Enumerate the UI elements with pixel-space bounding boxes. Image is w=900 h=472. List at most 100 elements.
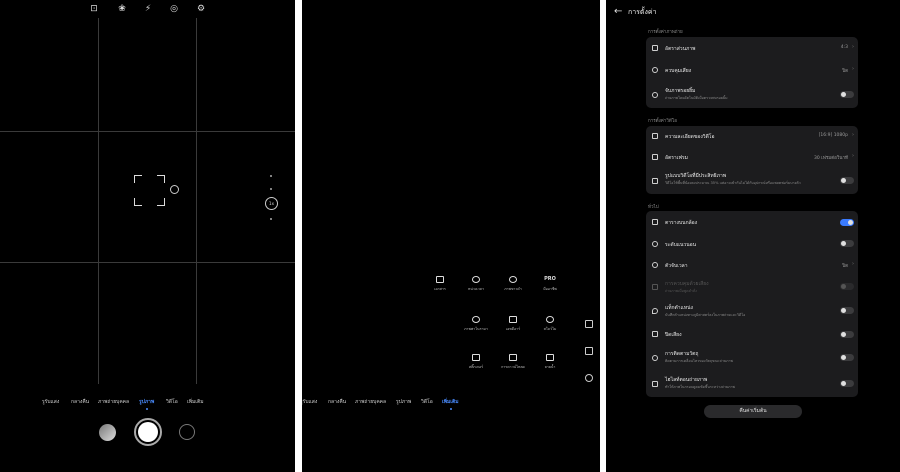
settings-group-photo: อัตราส่วนภาพ 4:3 › ควบคุมเสียง ปิด › จับ… xyxy=(646,37,858,108)
more-tile-panorama[interactable]: ภาพพาโนรามา xyxy=(461,316,491,332)
shutter-button[interactable] xyxy=(134,418,162,446)
more-tile-sticker[interactable]: สติ๊กเกอร์ xyxy=(461,354,491,370)
info-icon[interactable] xyxy=(585,374,593,382)
mode-aperture[interactable]: รูรับแสง xyxy=(42,398,59,406)
efficient-video-toggle[interactable] xyxy=(840,177,854,184)
active-mode-indicator xyxy=(450,408,452,410)
switch-camera-icon[interactable] xyxy=(179,424,195,440)
section-title-video: การตั้งค่าวิดีโอ xyxy=(648,119,677,124)
active-mode-indicator xyxy=(146,408,148,410)
focus-frame xyxy=(134,175,165,206)
mode-photo[interactable]: รูปภาพ xyxy=(396,398,411,406)
highlight-icon xyxy=(652,380,658,387)
setting-grid[interactable]: ตารางบนกล้อง xyxy=(646,211,858,233)
download-icon xyxy=(509,354,517,361)
mode-video[interactable]: วิดีโอ xyxy=(421,398,433,406)
audio-control-toggle[interactable] xyxy=(840,283,854,290)
highlight-toggle[interactable] xyxy=(840,380,854,387)
more-tile-document[interactable]: เอกสาร xyxy=(425,276,455,292)
grid-line xyxy=(0,131,295,132)
sticker-icon xyxy=(472,354,480,361)
download-icon[interactable] xyxy=(585,320,593,328)
more-tile-monochrome[interactable]: ภาพขาวดำ xyxy=(498,276,528,292)
grid-toggle[interactable] xyxy=(840,219,854,226)
mute-toggle[interactable] xyxy=(840,331,854,338)
watermark-icon xyxy=(546,354,554,361)
setting-smile-capture[interactable]: จับภาพรอยยิ้ม ถ่ายภาพโดยอัตโนมัติเมื่อตร… xyxy=(646,81,858,108)
more-tile-pro[interactable]: PRO มืออาชีพ xyxy=(535,276,565,292)
settings-gear-icon[interactable]: ⚙ xyxy=(196,4,206,14)
more-tile-hdr[interactable]: เอชดีอาร์ xyxy=(498,316,528,332)
mode-video[interactable]: วิดีโอ xyxy=(166,398,178,406)
setting-frame-rate[interactable]: อัตราเฟรม 30 เฟรมต่อวินาที › xyxy=(646,146,858,167)
edit-icon[interactable] xyxy=(585,347,593,355)
chevron-right-icon: › xyxy=(852,261,854,267)
video-format-icon xyxy=(652,177,658,184)
reset-defaults-button[interactable]: คืนค่าเริ่มต้น xyxy=(704,405,802,418)
settings-screen: ← การตั้งค่า การตั้งค่าภาพถ่าย อัตราส่วน… xyxy=(606,0,900,472)
camera-viewfinder-screen: ⊡ ❀ ⚡ ◎ ⚙ 1x รูรับแสง กลางคืน ภาพถ่ายบุค… xyxy=(0,0,295,472)
zoom-level-button[interactable]: 1x xyxy=(265,197,278,210)
setting-location-tag[interactable]: แท็กตำแหน่ง บันทึกตำแหน่งทางภูมิศาสตร์ลง… xyxy=(646,298,858,323)
setting-timer[interactable]: ตัวจับเวลา ปิด › xyxy=(646,254,858,275)
video-resolution-icon xyxy=(652,133,658,139)
mode-more[interactable]: เพิ่มเติม xyxy=(187,398,204,406)
exposure-sun-icon[interactable] xyxy=(170,185,179,194)
level-toggle[interactable] xyxy=(840,240,854,247)
setting-efficient-video[interactable]: รูปแบบวิดีโอที่มีประสิทธิภาพ วิดีโอใช้พื… xyxy=(646,167,858,194)
setting-highlight[interactable]: ไฮไลท์ตอนถ่ายภาพ ทำให้ภาพในกรอบดูคมชัดขึ… xyxy=(646,370,858,397)
grid-icon xyxy=(652,219,658,225)
location-pin-icon xyxy=(652,307,658,314)
setting-level[interactable]: ระดับแนวนอน xyxy=(646,233,858,254)
mode-portrait[interactable]: ภาพถ่ายบุคคล xyxy=(98,398,129,406)
more-tile-watermark[interactable]: ลายน้ำ xyxy=(535,354,565,370)
document-icon xyxy=(436,276,444,283)
filter-icon[interactable]: ❀ xyxy=(117,4,127,14)
zoom-tick xyxy=(270,188,272,190)
setting-sound-control[interactable]: ควบคุมเสียง ปิด › xyxy=(646,59,858,81)
smile-icon xyxy=(652,91,658,98)
mode-night[interactable]: กลางคืน xyxy=(71,398,89,406)
microphone-icon xyxy=(652,67,658,73)
zoom-tick xyxy=(270,218,272,220)
timelapse-icon xyxy=(472,276,480,283)
mode-aperture[interactable]: รูรับแสง xyxy=(302,398,317,406)
audio-control-icon xyxy=(652,283,658,290)
mode-portrait[interactable]: ภาพถ่ายบุคคล xyxy=(355,398,386,406)
chevron-right-icon: › xyxy=(852,66,854,72)
mode-more[interactable]: เพิ่มเติม xyxy=(442,398,459,406)
more-tile-timelapse[interactable]: หน่วงเวลา xyxy=(461,276,491,292)
zoom-tick xyxy=(270,175,272,177)
smile-capture-toggle[interactable] xyxy=(840,91,854,98)
grid-line xyxy=(0,262,295,263)
timer-icon xyxy=(652,261,658,268)
live-photo-off-icon[interactable]: ◎ xyxy=(169,4,179,14)
back-arrow-icon[interactable]: ← xyxy=(614,6,622,17)
focus-mode-icon[interactable]: ⊡ xyxy=(89,4,99,14)
flash-off-icon[interactable]: ⚡ xyxy=(143,4,153,14)
chevron-right-icon: › xyxy=(852,132,854,138)
more-tile-slowmo[interactable]: สโลว์โม xyxy=(535,316,565,332)
frame-rate-icon xyxy=(652,153,658,160)
page-title: การตั้งค่า xyxy=(628,8,657,16)
setting-audio-control[interactable]: การควบคุมด้วยเสียง ถ่ายภาพเมื่อพูดคำสั่ง xyxy=(646,275,858,298)
more-tile-download[interactable]: การดาวน์โหลด xyxy=(498,354,528,370)
camera-mode-bar: รูรับแสง กลางคืน ภาพถ่ายบุคคล รูปภาพ วิด… xyxy=(302,398,600,408)
gallery-thumbnail[interactable] xyxy=(99,424,116,441)
chevron-right-icon: › xyxy=(852,153,854,159)
section-title-general: ทั่วไป xyxy=(648,205,659,210)
more-modes-screen: เอกสาร หน่วงเวลา ภาพขาวดำ PRO มืออาชีพ ภ… xyxy=(302,0,600,472)
grid-line xyxy=(98,18,99,384)
mode-photo[interactable]: รูปภาพ xyxy=(139,398,154,406)
object-tracking-toggle[interactable] xyxy=(840,354,854,361)
setting-object-tracking[interactable]: การติดตามวัตถุ ติดตามการเคลื่อนไหวของวัต… xyxy=(646,345,858,370)
location-tag-toggle[interactable] xyxy=(840,307,854,314)
mute-icon xyxy=(652,331,658,337)
setting-aspect-ratio[interactable]: อัตราส่วนภาพ 4:3 › xyxy=(646,37,858,59)
setting-mute[interactable]: ปิดเสียง xyxy=(646,323,858,345)
mode-night[interactable]: กลางคืน xyxy=(328,398,346,406)
grid-line xyxy=(196,18,197,384)
chevron-right-icon: › xyxy=(852,44,854,50)
camera-mode-bar: รูรับแสง กลางคืน ภาพถ่ายบุคคล รูปภาพ วิด… xyxy=(0,398,295,408)
setting-video-resolution[interactable]: ความละเอียดของวิดีโอ [16:9] 1080p › xyxy=(646,126,858,146)
